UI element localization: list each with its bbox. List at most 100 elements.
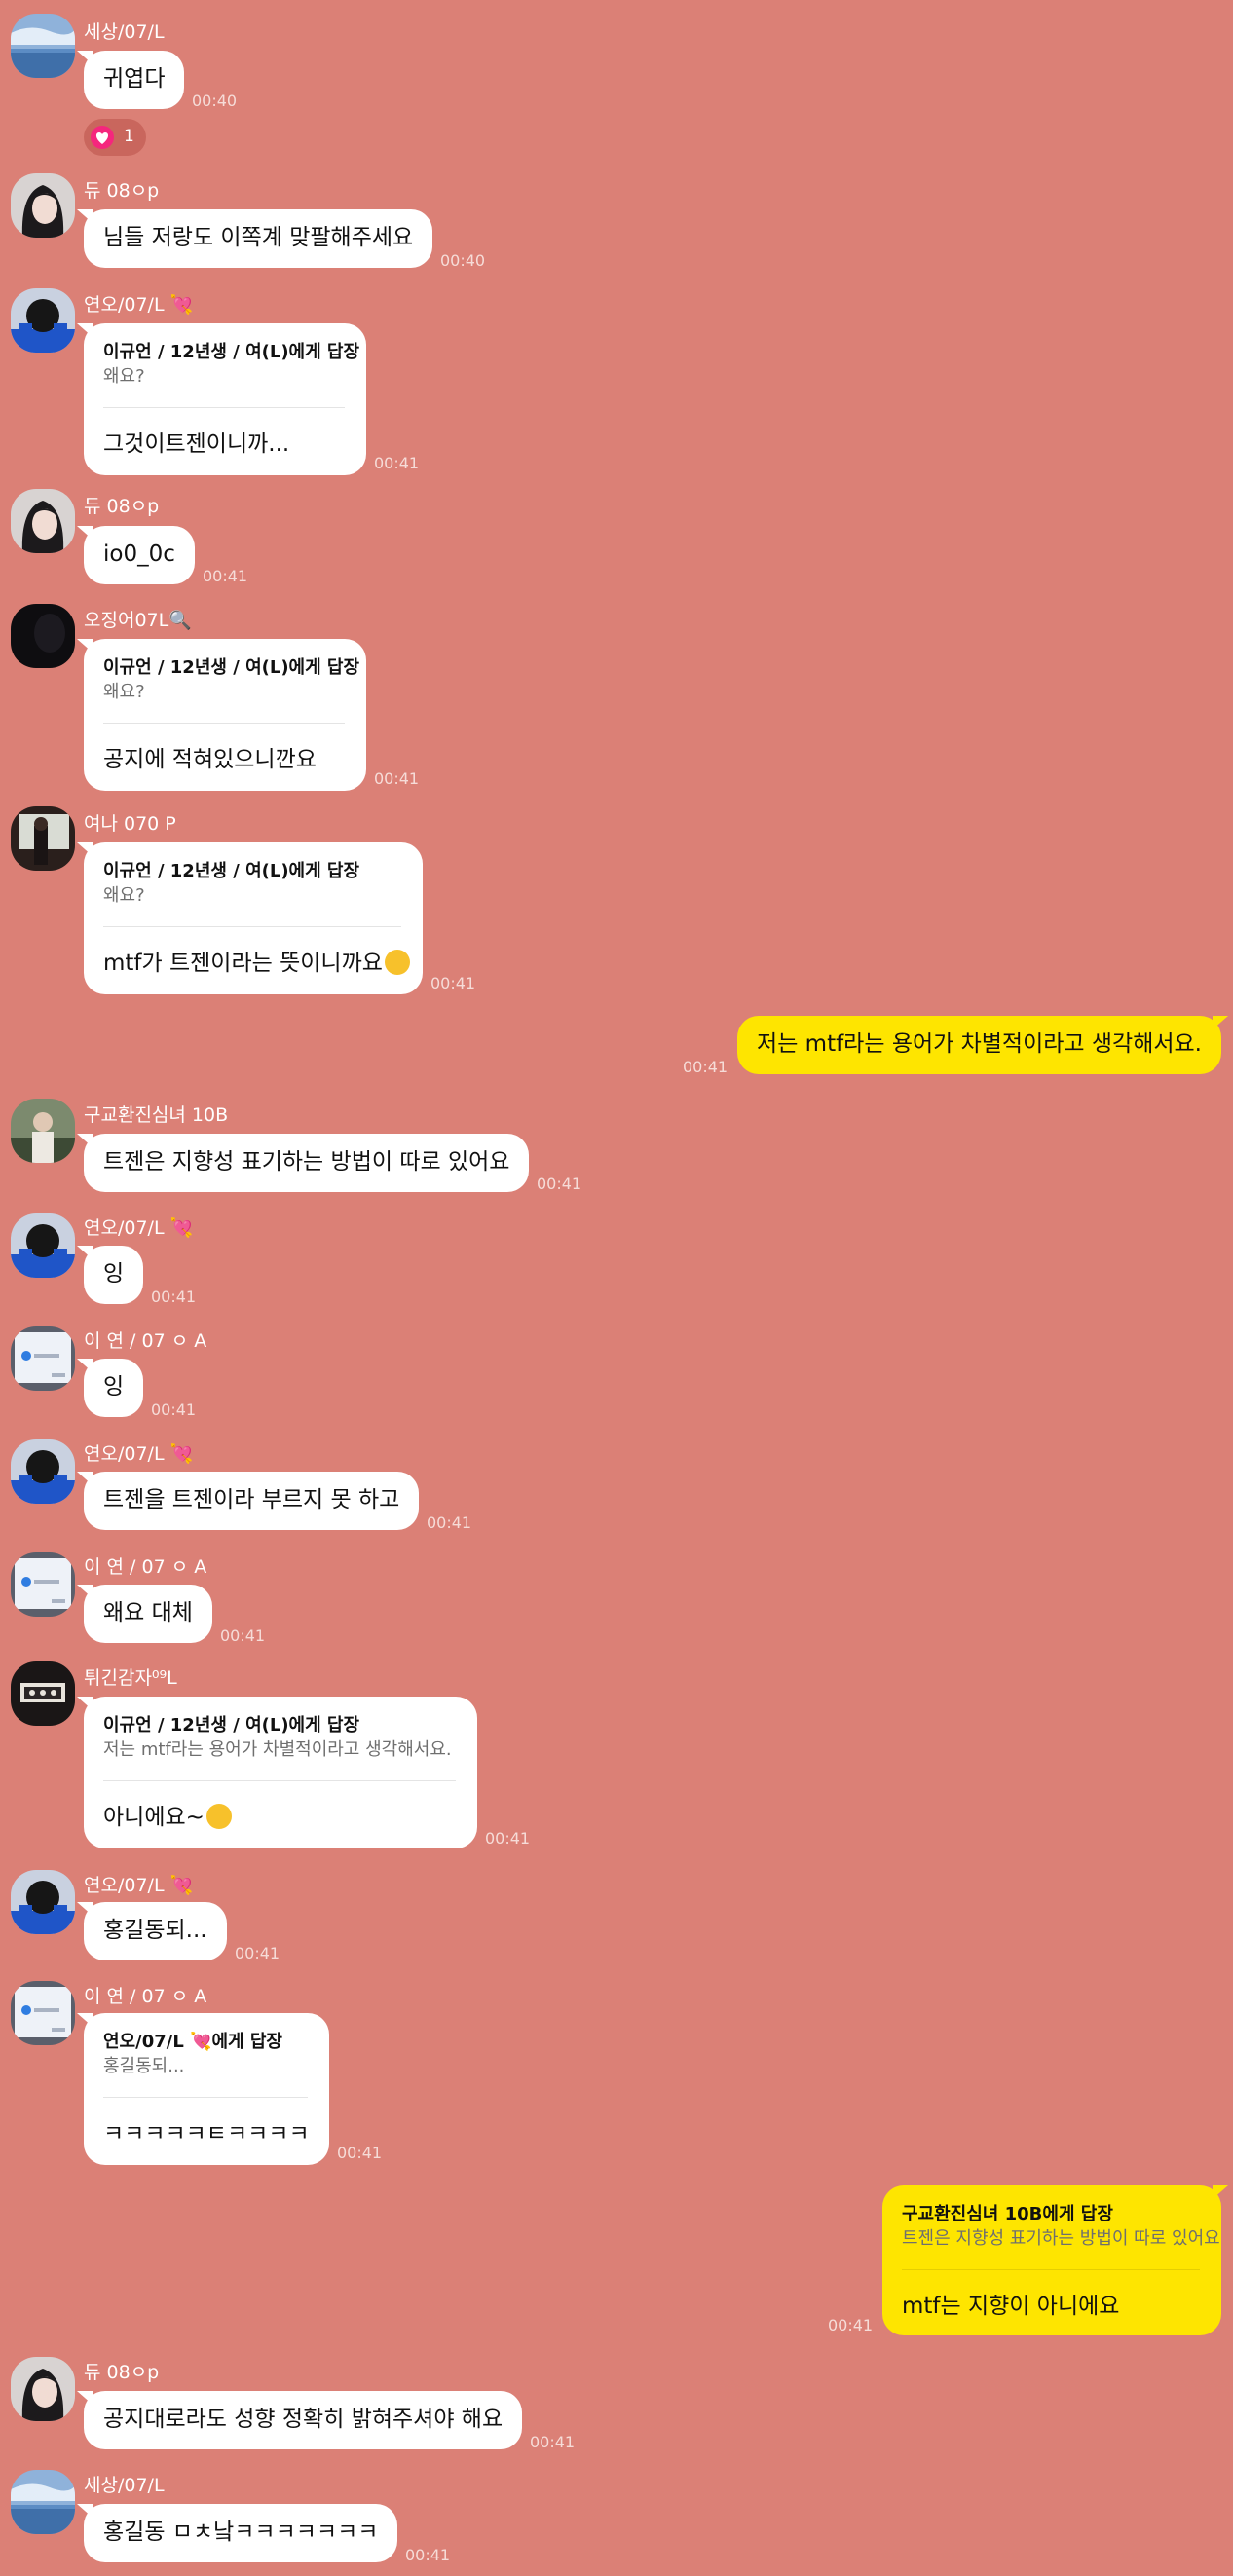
message-bubble[interactable]: 잉 (76, 1246, 144, 1304)
avatar-screenshot[interactable] (11, 1981, 75, 2045)
message-text: 홍길동 ㅁㅊ낰ㅋㅋㅋㅋㅋㅋㅋ (103, 2520, 379, 2545)
message-time: 00:41 (235, 1944, 280, 1962)
reply-quote: 왜요? (103, 366, 145, 387)
message-line: mtf가 트젠이라는 뜻이니까요 (103, 949, 410, 978)
message-text: 아니에요~ (103, 1805, 205, 1830)
sender-name: 연오/07/L 💘 (84, 294, 194, 316)
reply-bubble[interactable]: 이규언 / 12년생 / 여(L)에게 답장 왜요? 공지에 적혀있으니깐요 (77, 639, 366, 791)
avatar-girl[interactable] (11, 489, 75, 553)
sender-name: 튀긴감자⁰⁹L (84, 1667, 177, 1689)
message-row: 연오/07/L 💘 잉 00:41 (0, 1213, 1233, 1326)
message-text: 홍길동되... (103, 1918, 207, 1943)
reply-header: 이규언 / 12년생 / 여(L)에게 답장 (103, 657, 360, 678)
message-row: 여나 070 P 이규언 / 12년생 / 여(L)에게 답장 왜요? mtf가… (0, 801, 1233, 1005)
avatar-sign[interactable] (11, 1661, 75, 1726)
reply-bubble[interactable]: 이규언 / 12년생 / 여(L)에게 답장 왜요? mtf가 트젠이라는 뜻이… (77, 842, 423, 994)
message-text: 그것이트젠이니까... (103, 431, 290, 457)
message-row: 튀긴감자⁰⁹L 이규언 / 12년생 / 여(L)에게 답장 저는 mtf라는 … (0, 1658, 1233, 1870)
reaction-badge[interactable]: 1 (84, 119, 146, 156)
message-row: 세상/07/L 홍길동 ㅁㅊ낰ㅋㅋㅋㅋㅋㅋㅋ 00:41 (0, 2470, 1233, 2576)
avatar-man[interactable] (11, 1099, 75, 1163)
reply-divider (103, 926, 401, 927)
message-row: 듀 08ㅇp 님들 저랑도 이쪽계 맞팔해주세요 00:40 (0, 166, 1233, 275)
avatar-screenshot[interactable] (11, 1552, 75, 1617)
avatar-sky[interactable] (11, 14, 75, 78)
message-time: 00:41 (337, 2144, 383, 2162)
message-time: 00:41 (530, 2433, 576, 2451)
message-text: 잉 (103, 1374, 125, 1400)
smiling-face-icon (384, 950, 410, 975)
message-bubble[interactable]: io0_0c (77, 526, 195, 584)
message-text: 왜요 대체 (103, 1600, 193, 1625)
avatar-girl[interactable] (11, 2357, 75, 2421)
reply-header: 연오/07/L 💘에게 답장 (103, 2032, 282, 2052)
message-bubble[interactable]: 홍길동되... (77, 1902, 227, 1960)
message-row: 연오/07/L 💘 홍길동되... 00:41 (0, 1870, 1233, 1981)
sender-name: 이 연 / 07 ㅇ A (84, 1330, 207, 1352)
sender-name: 세상/07/L (84, 2475, 165, 2496)
message-row: 오징어07L🔍 이규언 / 12년생 / 여(L)에게 답장 왜요? 공지에 적… (0, 598, 1233, 801)
message-line: 아니에요~ (103, 1803, 456, 1832)
message-time: 00:41 (427, 1513, 472, 1532)
message-time: 00:41 (485, 1829, 531, 1848)
message-time: 00:41 (405, 2546, 451, 2564)
reply-divider (103, 2097, 308, 2098)
message-time: 00:40 (440, 251, 486, 270)
avatar-blue-shirt[interactable] (11, 1870, 75, 1934)
message-bubble[interactable]: 홍길동 ㅁㅊ낰ㅋㅋㅋㅋㅋㅋㅋ (76, 2504, 398, 2562)
message-bubble[interactable]: 트젠을 트젠이라 부르지 못 하고 (76, 1472, 420, 1530)
my-message-bubble[interactable]: 저는 mtf라는 용어가 차별적이라고 생각해서요. (737, 1016, 1228, 1074)
sender-name: 여나 070 P (84, 813, 176, 835)
reply-bubble[interactable]: 이규언 / 12년생 / 여(L)에게 답장 저는 mtf라는 용어가 차별적이… (77, 1697, 477, 1848)
message-text: io0_0c (103, 541, 175, 567)
reply-bubble[interactable]: 연오/07/L 💘에게 답장 홍길동되... ㅋㅋㅋㅋㅋㅌㅋㅋㅋㅋ (77, 2013, 329, 2165)
reply-bubble[interactable]: 이규언 / 12년생 / 여(L)에게 답장 왜요? 그것이트젠이니까... (77, 323, 366, 475)
message-row: 이 연 / 07 ㅇ A 잉 00:41 (0, 1326, 1233, 1439)
message-time: 00:41 (151, 1288, 197, 1306)
message-time: 00:41 (203, 567, 248, 585)
reply-header: 이규언 / 12년생 / 여(L)에게 답장 (103, 861, 360, 881)
message-row: 세상/07/L 귀엽다 00:40 1 (0, 0, 1233, 166)
message-bubble[interactable]: 귀엽다 (76, 51, 185, 109)
avatar-blue-shirt[interactable] (11, 1439, 75, 1504)
message-row: 이 연 / 07 ㅇ A 연오/07/L 💘에게 답장 홍길동되... ㅋㅋㅋㅋ… (0, 1981, 1233, 2185)
message-bubble[interactable]: 공지대로라도 성향 정확히 밝혀주셔야 해요 (76, 2391, 523, 2449)
message-text: mtf가 트젠이라는 뜻이니까요 (103, 951, 383, 976)
reply-quote: 왜요? (103, 682, 145, 702)
reply-divider (902, 2269, 1200, 2270)
reply-quote: 홍길동되... (103, 2056, 185, 2076)
avatar-blue-shirt[interactable] (11, 1213, 75, 1278)
reply-quote: 저는 mtf라는 용어가 차별적이라고 생각해서요. (103, 1739, 452, 1760)
message-time: 00:41 (683, 1058, 729, 1076)
message-row: 듀 08ㅇp io0_0c 00:41 (0, 485, 1233, 598)
message-bubble[interactable]: 잉 (76, 1359, 144, 1417)
avatar-screenshot[interactable] (11, 1326, 75, 1391)
message-time: 00:41 (537, 1175, 582, 1193)
message-text: mtf는 지향이 아니에요 (902, 2294, 1120, 2319)
avatar-blue-shirt[interactable] (11, 288, 75, 353)
message-time: 00:41 (220, 1626, 266, 1645)
reply-quote: 트젠은 지향성 표기하는 방법이 따로 있어요 (902, 2228, 1220, 2249)
message-bubble[interactable]: 님들 저랑도 이쪽계 맞팔해주세요 (76, 209, 433, 268)
my-reply-bubble[interactable]: 구교환진심녀 10B에게 답장 트젠은 지향성 표기하는 방법이 따로 있어요 … (882, 2185, 1228, 2335)
message-time: 00:41 (151, 1400, 197, 1419)
sender-name: 듀 08ㅇp (84, 496, 160, 517)
message-row: 듀 08ㅇp 공지대로라도 성향 정확히 밝혀주셔야 해요 00:41 (0, 2357, 1233, 2470)
message-row: 연오/07/L 💘 이규언 / 12년생 / 여(L)에게 답장 왜요? 그것이… (0, 275, 1233, 485)
avatar-dark[interactable] (11, 604, 75, 668)
reply-header: 이규언 / 12년생 / 여(L)에게 답장 (103, 342, 360, 362)
message-text: ㅋㅋㅋㅋㅋㅌㅋㅋㅋㅋ (103, 2121, 310, 2147)
sender-name: 세상/07/L (84, 21, 165, 43)
avatar-sky[interactable] (11, 2470, 75, 2534)
message-text: 님들 저랑도 이쪽계 맞팔해주세요 (103, 225, 414, 250)
message-bubble[interactable]: 왜요 대체 (77, 1585, 212, 1643)
sender-name: 오징어07L🔍 (84, 610, 192, 631)
message-text: 공지에 적혀있으니깐요 (103, 747, 317, 772)
message-bubble[interactable]: 트젠은 지향성 표기하는 방법이 따로 있어요 (76, 1134, 530, 1192)
sender-name: 연오/07/L 💘 (84, 1217, 194, 1239)
avatar-girl[interactable] (11, 173, 75, 238)
sender-name: 이 연 / 07 ㅇ A (84, 1986, 207, 2007)
avatar-photo[interactable] (11, 806, 75, 871)
message-text: 귀엽다 (103, 66, 166, 92)
message-row: 저는 mtf라는 용어가 차별적이라고 생각해서요. 00:41 (0, 1005, 1233, 1099)
